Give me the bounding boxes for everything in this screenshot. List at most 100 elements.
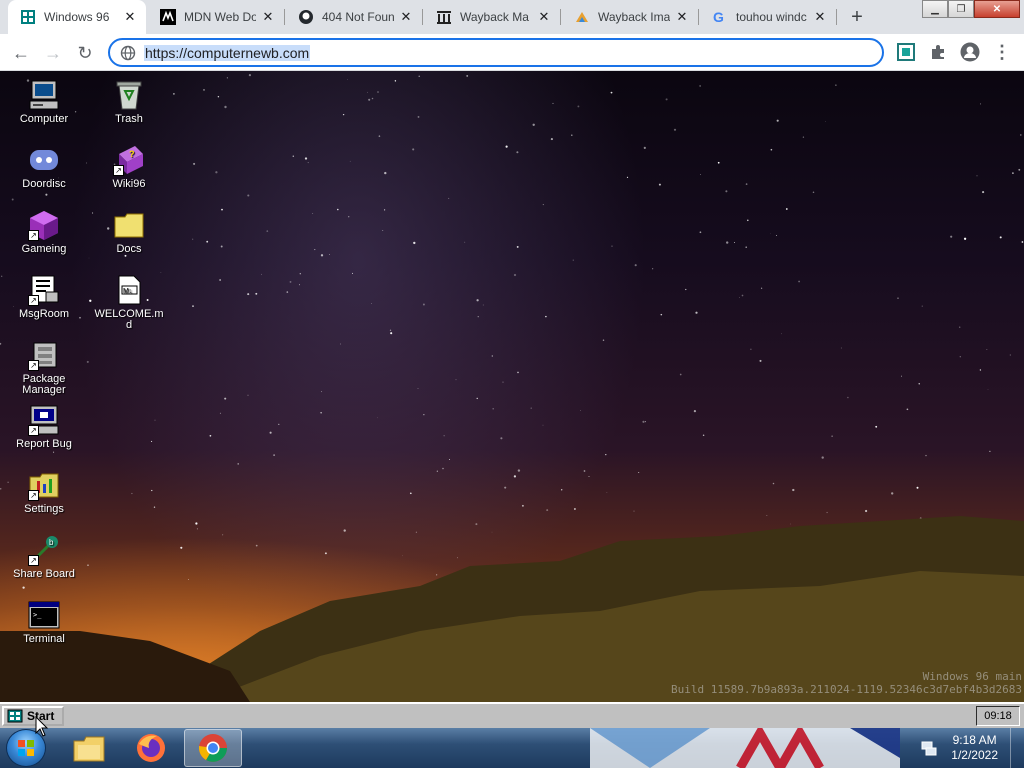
tab-separator <box>698 9 699 25</box>
desktop-icon-computer[interactable]: Computer <box>8 79 80 125</box>
tab-touhou[interactable]: G touhou windc ✕ <box>700 0 837 34</box>
computer-icon <box>28 79 60 111</box>
tab-windows96[interactable]: Windows 96 ✕ <box>8 0 146 34</box>
tab-title: Windows 96 <box>44 10 110 24</box>
trash-icon <box>113 79 145 111</box>
icon-label: WELCOME.md <box>94 308 164 331</box>
desktop-icon-share-board[interactable]: b ↗ Share Board <box>8 534 80 580</box>
globe-icon <box>120 45 136 60</box>
bug-report-icon: ↗ <box>28 404 60 436</box>
shortcut-arrow-icon: ↗ <box>28 555 39 566</box>
tab-close-icon[interactable]: ✕ <box>812 9 828 25</box>
icon-label: Gameing <box>21 243 67 255</box>
tab-mdn[interactable]: MDN Web Do ✕ <box>148 0 285 34</box>
desktop-icon-welcome-md[interactable]: M↓ WELCOME.md <box>93 274 165 331</box>
tab-separator <box>422 9 423 25</box>
tab-separator <box>284 9 285 25</box>
svg-text:?: ? <box>129 149 135 159</box>
desktop-icon-docs[interactable]: Docs <box>93 209 165 255</box>
window-controls: ▁ ❐ ✕ <box>922 0 1020 20</box>
icon-label: Docs <box>116 243 142 255</box>
forward-arrow-icon[interactable]: → <box>40 40 66 66</box>
svg-text:>_: >_ <box>33 611 42 619</box>
firefox-icon[interactable] <box>122 729 180 767</box>
minimize-icon[interactable]: ▁ <box>922 0 948 18</box>
icon-label: Computer <box>19 113 69 125</box>
url-text[interactable]: https://computernewb.com <box>144 44 311 61</box>
icon-label: Report Bug <box>16 438 72 450</box>
tab-close-icon[interactable]: ✕ <box>122 9 138 25</box>
msgroom-icon: ↗ <box>28 274 60 306</box>
tab-title: Wayback Ima <box>598 10 670 24</box>
profile-avatar-icon[interactable] <box>960 42 980 62</box>
tab-close-icon[interactable]: ✕ <box>674 9 690 25</box>
maximize-icon[interactable]: ❐ <box>948 0 974 18</box>
share-board-icon: b ↗ <box>28 534 60 566</box>
network-icon[interactable] <box>921 740 937 756</box>
archive-icon <box>436 9 452 25</box>
extension-app-icon[interactable] <box>896 42 916 62</box>
tab-title: Wayback Ma <box>460 10 529 24</box>
svg-text:M↓: M↓ <box>123 288 132 295</box>
desktop-icon-report-bug[interactable]: ↗ Report Bug <box>8 404 80 450</box>
mouse-cursor-icon <box>35 716 49 737</box>
win96-desktop[interactable]: Computer Doordisc ↗ Gameing ↗ MsgRoom ↗ … <box>0 71 1024 702</box>
desktop-icon-wiki96[interactable]: ? ↗ Wiki96 <box>93 144 165 190</box>
start-button[interactable]: Start <box>2 706 64 726</box>
puzzle-extensions-icon[interactable] <box>928 42 948 62</box>
desktop-icon-msgroom[interactable]: ↗ MsgRoom <box>8 274 80 320</box>
svg-text:b: b <box>49 538 54 547</box>
new-tab-button[interactable]: + <box>846 6 868 28</box>
icon-label: Doordisc <box>22 178 66 190</box>
icon-label: MsgRoom <box>18 308 70 320</box>
show-desktop-button[interactable] <box>1010 728 1024 768</box>
address-bar[interactable]: https://computernewb.com <box>108 38 884 67</box>
terminal-icon: >_ <box>28 599 60 631</box>
shortcut-arrow-icon: ↗ <box>28 295 39 306</box>
kebab-menu-icon[interactable]: ⋮ <box>992 42 1012 62</box>
desktop-icon-terminal[interactable]: >_ Terminal <box>8 599 80 645</box>
shortcut-arrow-icon: ↗ <box>28 490 39 501</box>
browser-tab-strip: Windows 96 ✕ MDN Web Do ✕ 404 Not Foun ✕… <box>0 0 1024 34</box>
clock-date: 1/2/2022 <box>951 748 998 762</box>
tab-wayback-machine[interactable]: Wayback Ma ✕ <box>424 0 561 34</box>
desktop-icon-trash[interactable]: Trash <box>93 79 165 125</box>
svg-text:G: G <box>713 9 724 25</box>
clock-time: 9:18 AM <box>952 733 997 747</box>
markdown-file-icon: M↓ <box>113 274 145 306</box>
google-icon: G <box>712 9 728 25</box>
discord-icon <box>28 144 60 176</box>
tab-close-icon[interactable]: ✕ <box>398 9 414 25</box>
tab-close-icon[interactable]: ✕ <box>260 9 276 25</box>
wiki-book-icon: ? ↗ <box>113 144 145 176</box>
icon-label: Wiki96 <box>112 178 146 190</box>
cube-icon: ↗ <box>28 209 60 241</box>
tab-close-icon[interactable]: ✕ <box>536 9 552 25</box>
desktop-icon-doordisc[interactable]: Doordisc <box>8 144 80 190</box>
watermark-build: Build 11589.7b9a893a.211024-1119.52346c3… <box>671 683 1022 696</box>
reload-icon[interactable]: ↻ <box>72 40 98 66</box>
tab-title: 404 Not Foun <box>322 10 394 24</box>
desktop-icon-gameing[interactable]: ↗ Gameing <box>8 209 80 255</box>
file-explorer-icon[interactable] <box>60 729 118 767</box>
desktop-icon-settings[interactable]: ↗ Settings <box>8 469 80 515</box>
chrome-icon[interactable] <box>184 729 242 767</box>
system-clock[interactable]: 9:18 AM 1/2/2022 <box>951 733 998 763</box>
tab-404[interactable]: 404 Not Foun ✕ <box>286 0 423 34</box>
icon-label: Package Manager <box>22 373 66 396</box>
settings-folder-icon: ↗ <box>28 469 60 501</box>
windows7-taskbar: 9:18 AM 1/2/2022 <box>0 728 1024 768</box>
close-window-icon[interactable]: ✕ <box>974 0 1020 18</box>
tab-title: MDN Web Do <box>184 10 256 24</box>
win96-clock: 09:18 <box>976 706 1020 726</box>
tab-title: touhou windc <box>736 10 807 24</box>
build-watermark: Windows 96 main Build 11589.7b9a893a.211… <box>671 670 1022 696</box>
desktop-icon-package-manager[interactable]: ↗ Package Manager <box>8 339 80 396</box>
back-arrow-icon[interactable]: ← <box>8 40 34 66</box>
tab-separator <box>560 9 561 25</box>
tab-wayback-image[interactable]: Wayback Ima ✕ <box>562 0 699 34</box>
icon-label: Trash <box>115 113 143 125</box>
watermark-title: Windows 96 main <box>922 670 1022 683</box>
shortcut-arrow-icon: ↗ <box>113 165 124 176</box>
folder-icon <box>113 209 145 241</box>
